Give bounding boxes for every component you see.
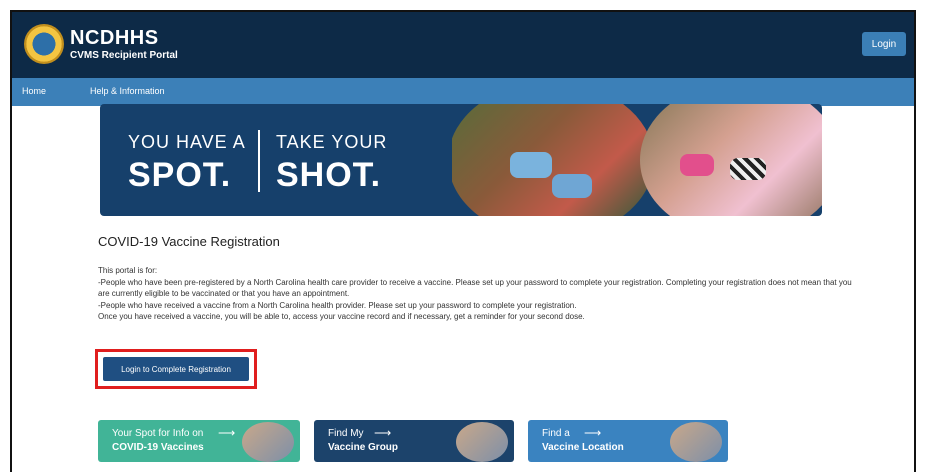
mask-icon [552,174,592,198]
arrow-right-icon: ⟶ [218,426,236,440]
card-big-text: Vaccine Location [542,442,624,453]
card-small-text: Your Spot for Info on [112,428,204,439]
card-covid-info[interactable]: Your Spot for Info on ⟶ COVID-19 Vaccine… [98,420,300,462]
card-big-text: Vaccine Group [328,442,399,453]
mask-icon [680,154,714,176]
card-vaccine-location[interactable]: Find a ⟶ Vaccine Location [528,420,728,462]
card-photo [242,422,294,462]
card-photo [670,422,722,462]
card-big-text: COVID-19 Vaccines [112,442,204,453]
intro-text: Once you have received a vaccine, you wi… [98,312,585,321]
top-header: NCDHHS CVMS Recipient Portal Login [12,12,914,78]
banner-left-line1: YOU HAVE A [128,132,246,152]
page-title: COVID-19 Vaccine Registration [98,234,280,249]
ncdhhs-logo-icon[interactable] [24,24,64,64]
mask-icon [730,158,766,180]
intro-text: This portal is for: [98,266,158,275]
mask-icon [510,152,552,178]
banner-left-line2: SPOT. [128,156,232,194]
brand-subtitle: CVMS Recipient Portal [70,50,178,61]
card-vaccine-group[interactable]: Find My ⟶ Vaccine Group [314,420,514,462]
arrow-right-icon: ⟶ [584,426,602,440]
arrow-right-icon: ⟶ [374,426,392,440]
card-small-text: Find My [328,428,364,439]
intro-text: -People who have received a vaccine from… [98,300,577,310]
brand-title: NCDHHS [70,27,159,49]
login-complete-registration-button[interactable]: Login to Complete Registration [103,357,249,381]
banner-divider [258,130,260,192]
nav-bar: Home Help & Information [12,78,914,106]
nav-home[interactable]: Home [22,86,46,96]
nav-help-information[interactable]: Help & Information [90,86,165,96]
highlight-box: Login to Complete Registration [95,349,257,389]
login-button[interactable]: Login [862,32,906,56]
intro-text: -People who have been pre-registered by … [98,277,852,299]
banner-right-line2: SHOT. [276,156,382,194]
card-small-text: Find a [542,428,570,439]
banner-right-line1: TAKE YOUR [276,132,388,152]
card-photo [456,422,508,462]
main-content: COVID-19 Vaccine Registration This porta… [98,234,858,323]
campaign-banner: YOU HAVE A SPOT. TAKE YOUR SHOT. [100,104,822,216]
